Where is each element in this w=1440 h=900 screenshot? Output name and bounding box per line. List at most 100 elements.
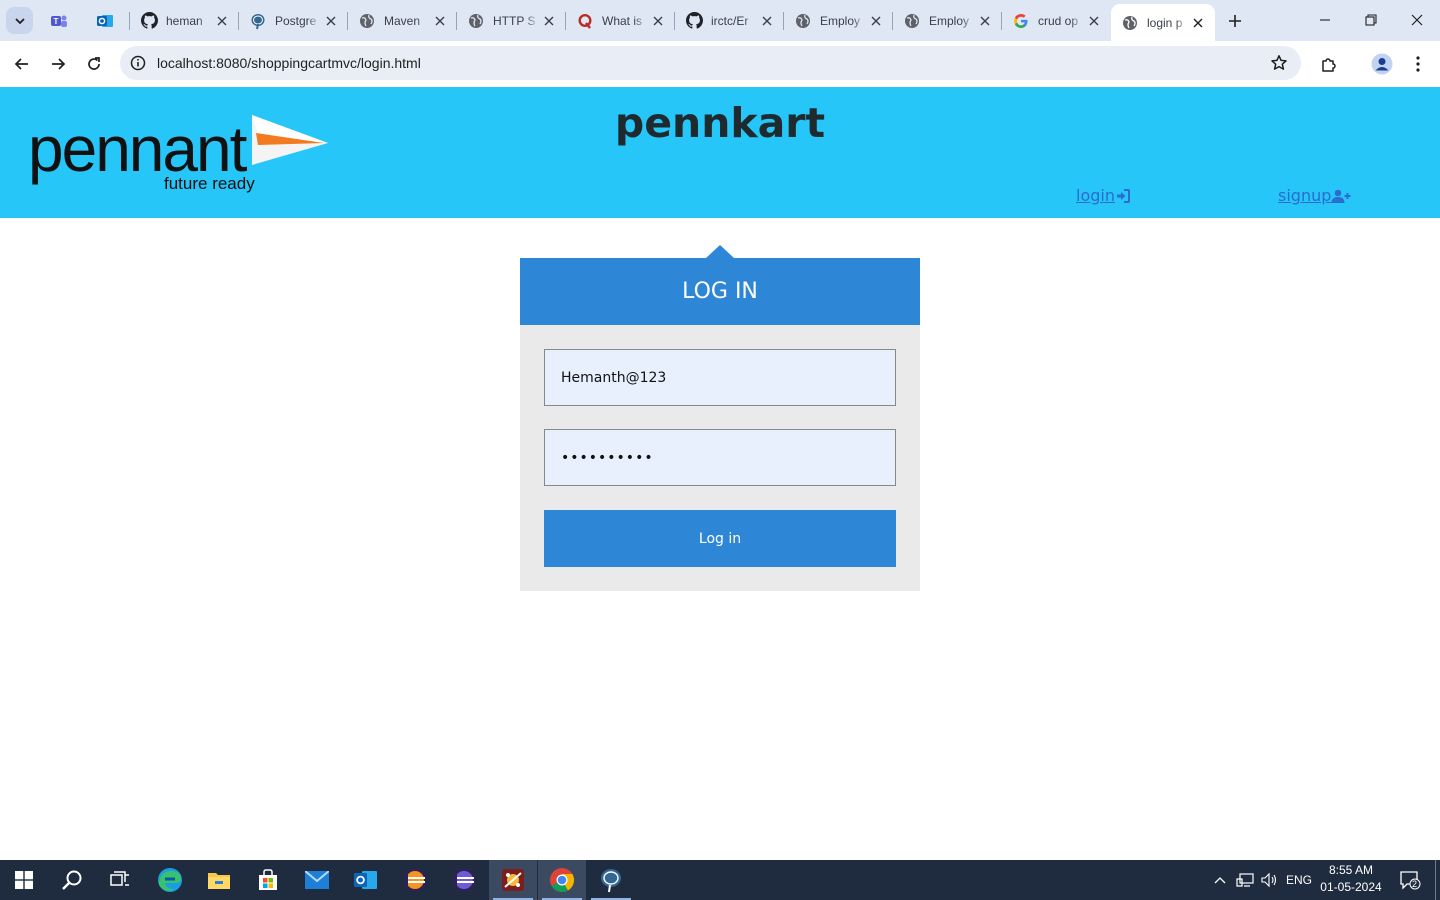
sign-in-icon — [1116, 188, 1130, 203]
signup-link-label: signup — [1278, 186, 1332, 205]
forward-button[interactable] — [43, 49, 73, 79]
postgresql-icon — [249, 12, 267, 30]
restore-button[interactable] — [1348, 0, 1394, 40]
login-link[interactable]: login — [1076, 186, 1130, 205]
network-button[interactable] — [1233, 860, 1257, 900]
hearts-game-app[interactable] — [489, 860, 537, 900]
login-heading: LOG IN — [520, 258, 920, 325]
search-icon — [62, 870, 82, 890]
forward-arrow-icon — [52, 58, 66, 70]
close-tab-icon[interactable] — [1084, 11, 1104, 31]
browser-menu-button[interactable] — [1403, 49, 1433, 79]
avatar — [1371, 53, 1393, 75]
new-tab-button[interactable] — [1222, 8, 1247, 33]
extensions-button[interactable] — [1314, 49, 1344, 79]
tab-title: Maven — [384, 13, 421, 28]
notifications-button[interactable]: 2 — [1394, 860, 1426, 900]
tab-github-heman[interactable]: heman — [130, 4, 239, 37]
globe-icon — [358, 12, 376, 30]
close-tab-icon[interactable] — [539, 11, 559, 31]
restore-icon — [1365, 14, 1377, 26]
tab-employ-1[interactable]: Employ — [784, 4, 893, 37]
minimize-button[interactable] — [1302, 0, 1348, 40]
windows-taskbar: ENG 8:55 AM 01-05-2024 2 — [0, 860, 1440, 900]
globe-icon — [903, 12, 921, 30]
show-desktop-button[interactable] — [1435, 860, 1440, 900]
site-info-icon[interactable] — [121, 46, 155, 80]
user-plus-icon — [1331, 189, 1351, 203]
close-tab-icon[interactable] — [648, 11, 668, 31]
chrome-app[interactable] — [538, 860, 586, 900]
close-tab-icon[interactable] — [430, 11, 450, 31]
url-text[interactable]: localhost:8080/shoppingcartmvc/login.htm… — [157, 55, 421, 71]
logo-tagline: future ready — [164, 174, 255, 193]
tab-google-crud[interactable]: crud op — [1002, 4, 1111, 37]
bookmark-star-icon[interactable] — [1269, 53, 1289, 73]
eclipse-app-1[interactable] — [391, 860, 439, 900]
close-tab-icon[interactable] — [975, 11, 995, 31]
search-button[interactable] — [48, 860, 96, 900]
kebab-menu-icon — [1416, 56, 1420, 72]
notification-icon — [1400, 871, 1421, 890]
tab-title: Employ — [929, 13, 970, 28]
tab-title: HTTP S — [493, 13, 536, 28]
start-button[interactable] — [0, 860, 48, 900]
reload-icon — [88, 57, 100, 70]
eclipse-icon — [403, 868, 427, 892]
puzzle-icon — [1322, 58, 1336, 72]
back-button[interactable] — [7, 49, 37, 79]
tab-http[interactable]: HTTP S — [457, 4, 566, 37]
tab-title: crud op — [1038, 13, 1079, 28]
username-input[interactable] — [544, 349, 896, 406]
outlook-app[interactable] — [342, 860, 390, 900]
plus-icon — [1228, 14, 1241, 27]
close-window-button[interactable] — [1394, 0, 1440, 40]
tab-outlook[interactable] — [86, 4, 130, 37]
task-view-button[interactable] — [96, 860, 144, 900]
address-bar[interactable]: localhost:8080/shoppingcartmvc/login.htm… — [120, 46, 1301, 80]
tab-postgres[interactable]: Postgre — [239, 4, 348, 37]
site-header: pennant future ready pennkart login sign… — [0, 87, 1440, 218]
tab-quora[interactable]: What is — [566, 4, 675, 37]
tab-title: What is — [602, 13, 643, 28]
volume-button[interactable] — [1258, 860, 1282, 900]
reload-button[interactable] — [79, 49, 109, 79]
close-tab-icon[interactable] — [212, 11, 232, 31]
signup-link[interactable]: signup — [1278, 186, 1351, 205]
file-explorer-app[interactable] — [195, 860, 243, 900]
show-hidden-icons-button[interactable] — [1210, 860, 1230, 900]
svg-text:T: T — [54, 17, 59, 26]
login-submit-button[interactable]: Log in — [544, 510, 896, 567]
close-tab-icon[interactable] — [866, 11, 886, 31]
store-app[interactable] — [244, 860, 292, 900]
tab-login-active[interactable]: login p — [1111, 4, 1215, 41]
outlook-icon — [96, 12, 114, 30]
tab-search-button[interactable] — [6, 7, 33, 34]
input-language[interactable]: ENG — [1284, 860, 1314, 900]
postgresql-app[interactable] — [587, 860, 635, 900]
eclipse-app-2[interactable] — [440, 860, 488, 900]
mail-app[interactable] — [293, 860, 341, 900]
password-input[interactable] — [544, 429, 896, 486]
edge-app[interactable] — [146, 860, 194, 900]
tab-title: login p — [1147, 15, 1183, 30]
login-panel: LOG IN Log in — [520, 258, 920, 591]
folder-icon — [208, 873, 230, 889]
login-link-label: login — [1076, 186, 1115, 205]
tab-employ-2[interactable]: Employ — [893, 4, 1002, 37]
tab-github-irctc[interactable]: irctc/Er — [675, 4, 784, 37]
minimize-icon — [1320, 19, 1330, 21]
back-arrow-icon — [14, 58, 28, 70]
github-icon — [685, 12, 703, 30]
close-tab-icon[interactable] — [757, 11, 777, 31]
close-tab-icon[interactable] — [1188, 13, 1208, 33]
profile-button[interactable] — [1367, 49, 1397, 79]
task-view-icon — [110, 871, 129, 886]
network-icon — [1236, 873, 1254, 887]
chrome-icon — [550, 868, 575, 893]
clock[interactable]: 8:55 AM 01-05-2024 — [1316, 862, 1386, 896]
globe-icon — [467, 12, 485, 30]
close-tab-icon[interactable] — [321, 11, 341, 31]
tab-maven[interactable]: Maven — [348, 4, 457, 37]
eclipse-icon — [452, 868, 476, 892]
